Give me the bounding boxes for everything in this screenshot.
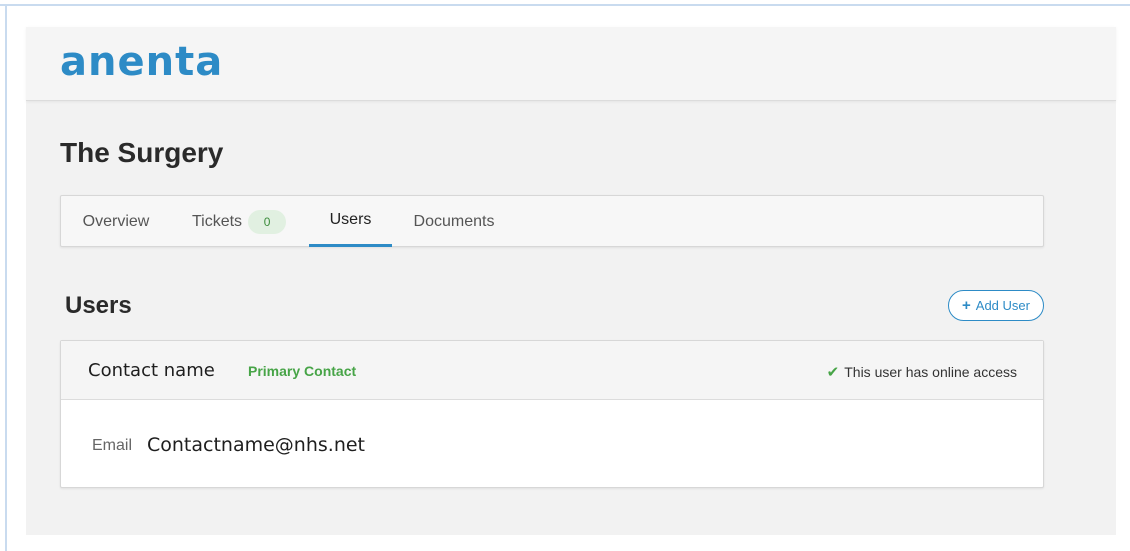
anenta-logo[interactable]: anenta (60, 39, 223, 85)
email-label: Email (92, 437, 133, 454)
online-access-text: This user has online access (844, 364, 1017, 380)
tickets-count-badge: 0 (248, 209, 287, 234)
user-card: Contact name Primary Contact ✔ This user… (60, 340, 1044, 488)
check-icon: ✔ (826, 363, 840, 381)
add-user-button[interactable]: + Add User (948, 290, 1044, 321)
tab-users-label: Users (329, 211, 372, 228)
email-value: Contactname@nhs.net (147, 434, 366, 456)
tab-tickets-label: Tickets (191, 212, 243, 230)
tab-bar: Overview Tickets 0 Users Documents (60, 195, 1044, 247)
page-title: The Surgery (60, 137, 224, 168)
frame-border-left (5, 4, 7, 551)
users-section-title: Users (65, 292, 132, 319)
app-window: anenta The Surgery Overview Tickets 0 Us… (26, 27, 1116, 535)
frame-border-top (0, 4, 1130, 6)
user-card-header: Contact name Primary Contact ✔ This user… (61, 341, 1043, 400)
top-bar: anenta (26, 27, 1116, 101)
tab-documents-label: Documents (413, 212, 495, 230)
tab-overview-label: Overview (82, 212, 150, 230)
online-access-status: ✔ This user has online access (827, 363, 1017, 381)
plus-icon: + (962, 297, 971, 314)
tab-documents[interactable]: Documents (401, 196, 507, 247)
tab-users[interactable]: Users (309, 196, 392, 247)
tab-overview[interactable]: Overview (67, 196, 165, 247)
tab-tickets[interactable]: Tickets 0 (183, 196, 295, 247)
primary-contact-badge: Primary Contact (248, 363, 357, 379)
add-user-label: Add User (975, 298, 1030, 313)
contact-name: Contact name (88, 360, 215, 381)
